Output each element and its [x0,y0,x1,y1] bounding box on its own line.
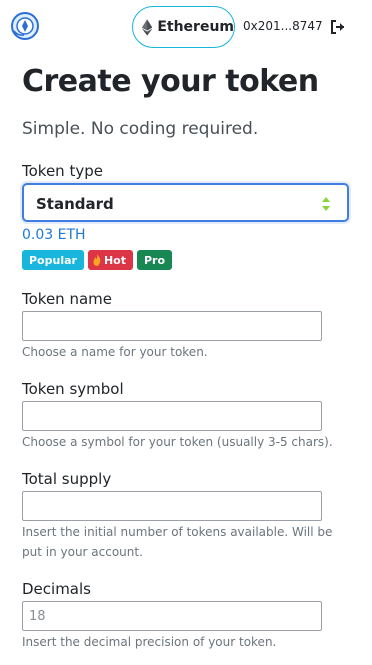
select-arrows-icon [322,197,330,211]
ethereum-icon [142,18,153,36]
token-name-label: Token name [22,290,112,308]
token-type-select[interactable]: Standard [22,183,349,222]
token-type-value: Standard [36,195,114,213]
token-symbol-input[interactable] [22,401,322,431]
flame-icon [93,254,101,266]
total-supply-help: Insert the initial number of tokens avai… [22,525,333,559]
token-name-help: Choose a name for your token. [22,345,208,359]
hot-badge-label: Hot [103,253,126,267]
decimals-input[interactable] [22,601,322,631]
hot-badge: Hot [87,250,133,270]
token-price: 0.03 ETH [22,227,86,243]
total-supply-input[interactable] [22,491,322,521]
decimals-help: Insert the decimal precision of your tok… [22,635,277,649]
badge-group: Popular Hot Pro [22,250,173,270]
network-selector[interactable]: Ethereum [132,6,235,48]
logout-icon[interactable] [330,19,346,35]
popular-badge: Popular [22,250,84,270]
app-logo-icon[interactable] [10,11,40,41]
pro-badge: Pro [136,250,173,270]
token-type-label: Token type [22,162,103,180]
decimals-label: Decimals [22,580,91,598]
page-title: Create your token [22,64,319,99]
token-symbol-help: Choose a symbol for your token (usually … [22,435,333,449]
total-supply-label: Total supply [22,470,112,488]
token-name-input[interactable] [22,311,322,341]
page-subtitle: Simple. No coding required. [22,119,259,139]
account-address[interactable]: 0x201...8747 [243,19,323,33]
top-bar: Ethereum 0x201...8747 [0,0,372,56]
network-label: Ethereum [157,19,234,35]
token-symbol-label: Token symbol [22,380,124,398]
